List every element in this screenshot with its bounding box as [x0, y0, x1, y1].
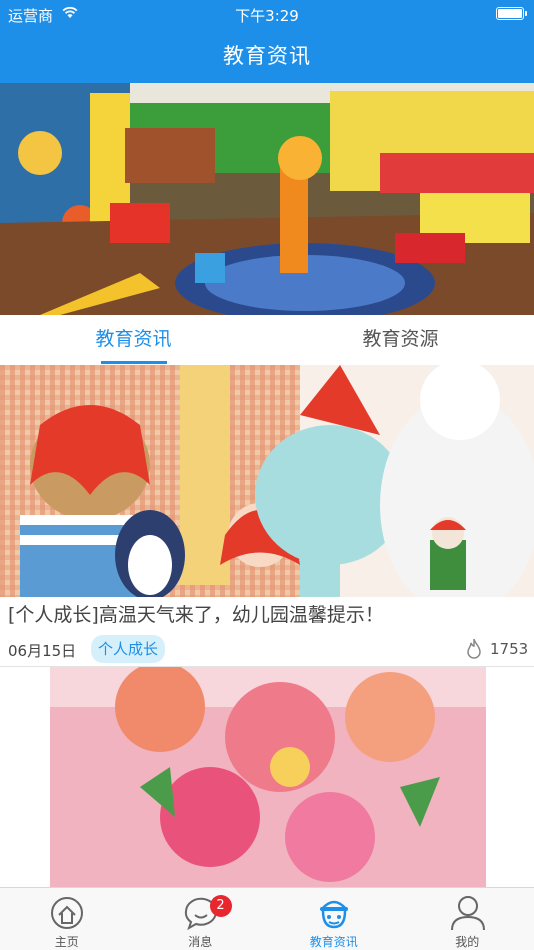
bottom-tab-bar: 主页 2 消息 教育资讯 我的 [0, 887, 534, 950]
tabbar-label: 消息 [188, 935, 213, 949]
status-time: 下午3:29 [235, 7, 299, 25]
home-icon [51, 897, 83, 929]
tabbar-item-messages[interactable]: 2 消息 [134, 888, 268, 950]
article-flower-illustration [0, 667, 534, 887]
article-date: 06月15日 [8, 642, 77, 660]
tab-education-resources[interactable]: 教育资源 [267, 315, 534, 365]
banner-image[interactable] [0, 83, 534, 315]
battery-icon [496, 7, 527, 20]
page-title: 教育资讯 [223, 44, 311, 68]
article-views: 1753 [490, 640, 529, 658]
article-illustration [0, 365, 534, 597]
unread-badge: 2 [209, 895, 232, 917]
content-tabs: 教育资讯 教育资源 [0, 315, 534, 365]
article-tag[interactable]: 个人成长 [91, 635, 166, 663]
tabbar-label: 主页 [54, 935, 79, 949]
top-bar: 运营商 下午3:29 教育资讯 [0, 0, 534, 83]
tabbar-label: 教育资讯 [309, 935, 358, 949]
flame-icon [467, 638, 481, 659]
article-title[interactable]: [个人成长]高温天气来了，幼儿园温馨提示！ [8, 600, 528, 627]
status-bar: 运营商 下午3:29 [0, 0, 534, 28]
tabbar-item-profile[interactable]: 我的 [401, 888, 534, 950]
education-icon [320, 900, 348, 929]
tabbar-item-education-news[interactable]: 教育资讯 [267, 888, 401, 950]
banner-playroom-illustration [0, 83, 534, 315]
article-image[interactable] [0, 365, 534, 597]
article-meta: 06月15日 个人成长 1753 [0, 633, 534, 665]
profile-icon [450, 896, 485, 931]
tabbar-label: 我的 [455, 935, 480, 949]
active-tab-indicator [101, 361, 167, 364]
app-screen: 运营商 下午3:29 教育资讯 教育资讯 教育资源 [个人成长]高温天气来了，幼… [0, 0, 534, 950]
tabbar-item-home[interactable]: 主页 [0, 888, 134, 950]
article-image[interactable] [0, 667, 534, 887]
tab-education-news[interactable]: 教育资讯 [0, 315, 267, 365]
